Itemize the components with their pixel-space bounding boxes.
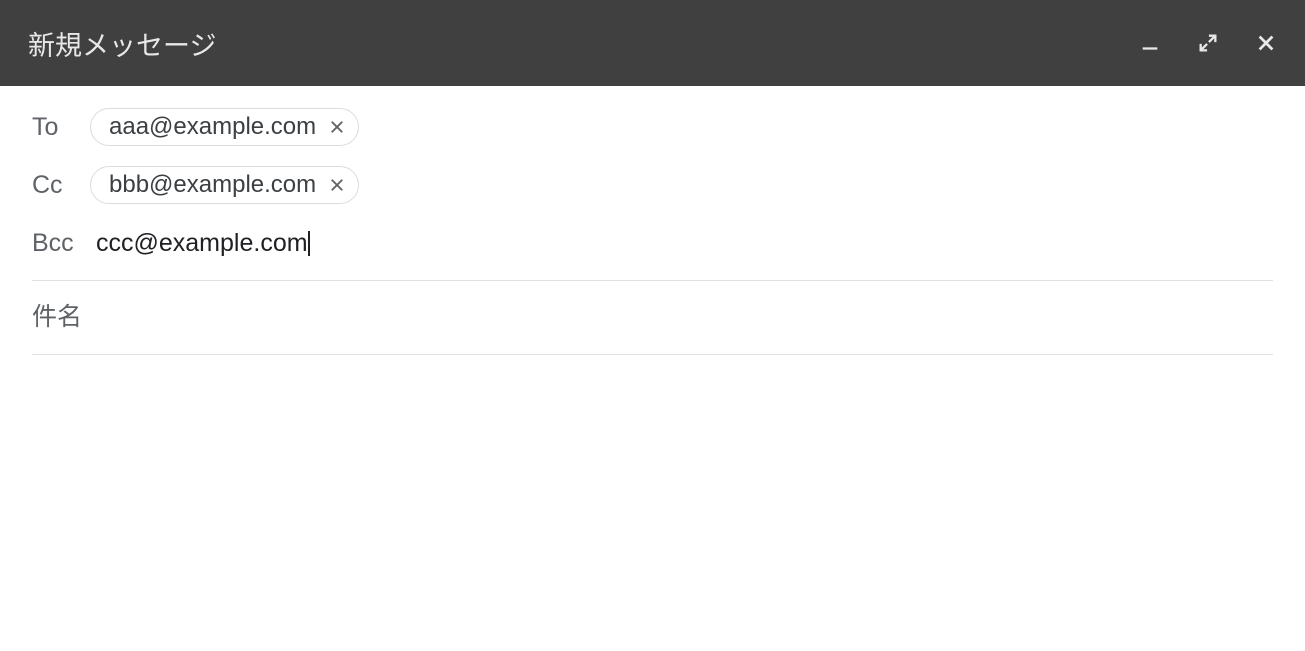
compose-window: 新規メッセージ To aaa@example.com	[0, 0, 1305, 651]
close-icon	[1255, 32, 1277, 54]
fullscreen-button[interactable]	[1197, 32, 1219, 54]
compose-body: To aaa@example.com Cc bbb@example.com Bc…	[0, 86, 1305, 651]
bcc-label: Bcc	[32, 229, 90, 258]
header-actions	[1139, 32, 1277, 54]
close-button[interactable]	[1255, 32, 1277, 54]
cc-chip-text: bbb@example.com	[109, 171, 316, 199]
cc-row[interactable]: Cc bbb@example.com	[32, 156, 1273, 214]
x-icon	[328, 176, 346, 194]
bcc-row[interactable]: Bcc ccc@example.com	[32, 214, 1273, 272]
to-row[interactable]: To aaa@example.com	[32, 98, 1273, 156]
to-label: To	[32, 113, 76, 142]
cc-chip[interactable]: bbb@example.com	[90, 166, 359, 204]
expand-icon	[1197, 32, 1219, 54]
subject-input[interactable]	[32, 303, 1273, 332]
to-chip-text: aaa@example.com	[109, 113, 316, 141]
compose-header: 新規メッセージ	[0, 0, 1305, 86]
compose-title: 新規メッセージ	[28, 24, 216, 63]
minimize-icon	[1139, 32, 1161, 54]
bcc-input-value[interactable]: ccc@example.com	[96, 229, 308, 258]
to-chip-remove-button[interactable]	[326, 116, 348, 138]
minimize-button[interactable]	[1139, 32, 1161, 54]
to-chip[interactable]: aaa@example.com	[90, 108, 359, 146]
cc-chip-remove-button[interactable]	[326, 174, 348, 196]
cc-label: Cc	[32, 171, 76, 200]
x-icon	[328, 118, 346, 136]
subject-row[interactable]	[32, 281, 1273, 355]
